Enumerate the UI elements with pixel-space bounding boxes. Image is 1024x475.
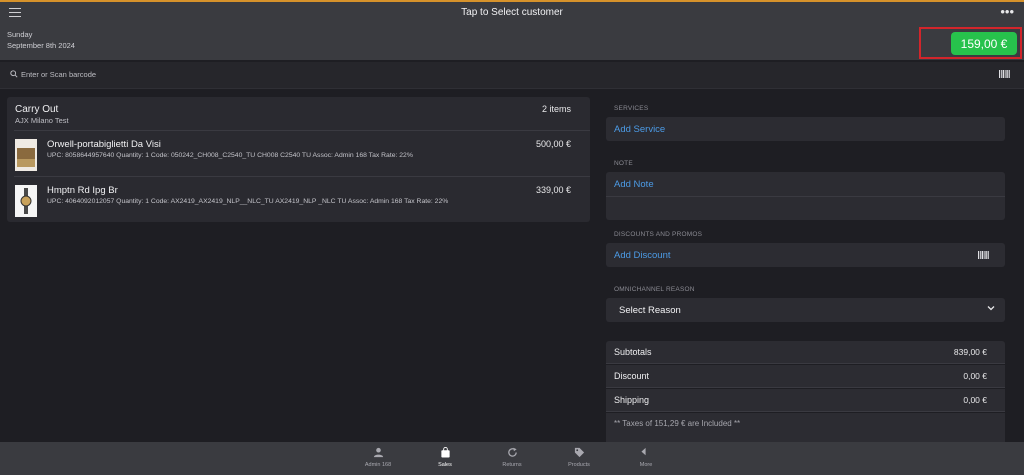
date-label: September 8th 2024: [7, 41, 75, 50]
shopping-bag-icon: [440, 447, 450, 458]
store-name: AJX Milano Test: [15, 116, 69, 125]
services-label: SERVICES: [614, 105, 649, 112]
add-note-panel[interactable]: Add Note: [606, 172, 1005, 220]
tags-icon: [574, 447, 584, 458]
product-detail: UPC: 8058644957640 Quantity: 1 Code: 050…: [47, 152, 413, 159]
subtotal-row: Subtotals 839,00 €: [606, 341, 1005, 364]
total-highlight: 159,00 €: [919, 27, 1022, 59]
nav-sales[interactable]: Sales: [420, 447, 470, 468]
total-button[interactable]: 159,00 €: [951, 32, 1017, 55]
subtotal-value: 839,00 €: [953, 347, 987, 357]
discount-row: Discount 0,00 €: [606, 365, 1005, 388]
refresh-icon: [507, 447, 517, 457]
search-bar[interactable]: Enter or Scan barcode: [0, 62, 1024, 89]
nav-label: More: [639, 462, 653, 468]
divider: [606, 196, 1005, 197]
nav-admin[interactable]: Admin 168: [353, 447, 403, 468]
divider: [14, 176, 590, 177]
barcode-icon[interactable]: [978, 251, 989, 259]
bottom-nav: Admin 168 Sales Returns Products More: [0, 442, 1024, 475]
nav-label: Products: [568, 462, 590, 468]
shipping-value: 0,00 €: [963, 395, 987, 405]
product-name: Hmptn Rd Ipg Br: [47, 185, 118, 196]
omnichannel-label: OMNICHANNEL REASON: [614, 286, 695, 293]
search-icon: [10, 70, 18, 78]
product-name: Orwell-portabiglietti Da Visi: [47, 139, 161, 150]
product-thumbnail: [15, 185, 37, 217]
cart-item[interactable]: Hmptn Rd Ipg Br UPC: 4064092012057 Quant…: [7, 178, 590, 222]
note-label: NOTE: [614, 160, 633, 167]
add-note-link[interactable]: Add Note: [614, 179, 654, 190]
nav-products[interactable]: Products: [554, 447, 604, 468]
reply-icon: [640, 447, 646, 456]
cart-item[interactable]: Orwell-portabiglietti Da Visi UPC: 80586…: [7, 132, 590, 176]
barcode-icon[interactable]: [999, 70, 1010, 78]
nav-label: Returns: [502, 462, 522, 468]
discount-value: 0,00 €: [963, 371, 987, 381]
add-discount-row[interactable]: Add Discount: [606, 243, 1005, 267]
discount-label: Discount: [614, 371, 650, 381]
items-count: 2 items: [541, 104, 571, 114]
add-discount-link[interactable]: Add Discount: [614, 250, 671, 261]
select-customer-title[interactable]: Tap to Select customer: [0, 7, 1024, 18]
chevron-down-icon: [987, 306, 995, 311]
product-detail: UPC: 4064092012057 Quantity: 1 Code: AX2…: [47, 198, 449, 205]
product-thumbnail: [15, 139, 37, 171]
day-label: Sunday: [7, 30, 33, 39]
shipping-label: Shipping: [614, 395, 650, 405]
nav-more[interactable]: More: [621, 447, 671, 468]
user-icon: [373, 447, 383, 458]
reason-select[interactable]: Select Reason: [606, 298, 1005, 322]
nav-label: Admin 168: [364, 462, 392, 468]
shipping-row: Shipping 0,00 €: [606, 389, 1005, 412]
nav-label: Sales: [438, 462, 452, 468]
divider: [14, 130, 590, 131]
search-input[interactable]: Enter or Scan barcode: [21, 70, 96, 79]
product-price: 500,00 €: [535, 139, 571, 149]
discounts-label: DISCOUNTS AND PROMOS: [614, 231, 703, 238]
cart-card: Carry Out AJX Milano Test 2 items Orwell…: [7, 97, 590, 222]
reason-select-value: Select Reason: [619, 305, 681, 316]
subtotal-label: Subtotals: [614, 347, 652, 357]
add-service-row[interactable]: Add Service: [606, 117, 1005, 141]
top-bar: Tap to Select customer ••• Sunday Septem…: [0, 0, 1024, 60]
more-options-icon[interactable]: •••: [1000, 4, 1014, 19]
product-price: 339,00 €: [535, 185, 571, 195]
carry-out-label[interactable]: Carry Out: [15, 104, 58, 115]
nav-returns[interactable]: Returns: [487, 447, 537, 468]
add-service-link[interactable]: Add Service: [614, 124, 665, 135]
tax-note: ** Taxes of 151,29 € are Included **: [614, 419, 741, 428]
